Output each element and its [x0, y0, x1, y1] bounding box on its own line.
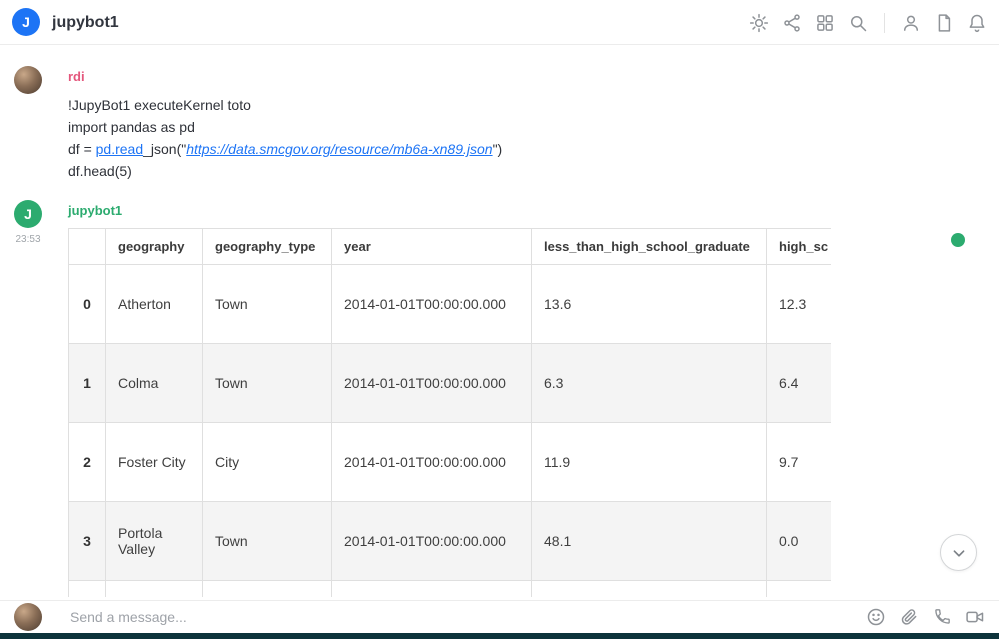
- table-header-cell: [69, 229, 106, 265]
- url-link[interactable]: https://data.smcgov.org/resource/mb6a-xn…: [186, 141, 492, 157]
- text-segment: "): [493, 141, 503, 157]
- table-cell: 6.4: [767, 344, 832, 423]
- table-cell: 48.1: [532, 502, 767, 581]
- bell-icon[interactable]: [967, 13, 987, 33]
- text-segment: df =: [68, 141, 96, 157]
- user-avatar: [14, 66, 42, 94]
- message-text: !JupyBot1 executeKernel toto import pand…: [68, 94, 502, 182]
- header-divider: [884, 13, 885, 33]
- code-line: !JupyBot1 executeKernel toto: [68, 94, 502, 116]
- table-header-row: geography geography_type year less_than_…: [69, 229, 832, 265]
- table-header-cell: geography: [106, 229, 203, 265]
- message-username[interactable]: rdi: [68, 69, 85, 84]
- table-cell: [203, 581, 332, 598]
- table-header-cell: year: [332, 229, 532, 265]
- table-cell: [767, 581, 832, 598]
- table-cell: 9.7: [767, 423, 832, 502]
- table-cell: 0.0: [767, 502, 832, 581]
- unread-indicator: [951, 233, 965, 247]
- emoji-icon[interactable]: [866, 607, 886, 627]
- channel-avatar: J: [12, 8, 40, 36]
- person-icon[interactable]: [901, 13, 921, 33]
- composer-avatar: [14, 603, 42, 631]
- table-row: 1 Colma Town 2014-01-01T00:00:00.000 6.3…: [69, 344, 832, 423]
- table-cell: 2014-01-01T00:00:00.000: [332, 502, 532, 581]
- document-icon[interactable]: [934, 13, 954, 33]
- message-timestamp: 23:53: [8, 234, 48, 245]
- search-icon[interactable]: [848, 13, 868, 33]
- table-cell: 13.6: [532, 265, 767, 344]
- table-cell: 2014-01-01T00:00:00.000: [332, 265, 532, 344]
- dataframe-table-scroll-region[interactable]: geography geography_type year less_than_…: [68, 228, 831, 597]
- table-cell: 2014-01-01T00:00:00.000: [332, 344, 532, 423]
- dataframe-table: geography geography_type year less_than_…: [68, 228, 831, 597]
- code-link[interactable]: pd.read: [96, 141, 143, 157]
- message-username[interactable]: jupybot1: [68, 203, 122, 218]
- channel-header: J jupybot1: [0, 0, 999, 45]
- table-cell: 2014-01-01T00:00:00.000: [332, 423, 532, 502]
- video-camera-icon[interactable]: [965, 607, 985, 627]
- share-icon[interactable]: [782, 13, 802, 33]
- window-bottom-edge: [0, 633, 999, 639]
- table-cell: 2: [69, 423, 106, 502]
- table-cell: Foster City: [106, 423, 203, 502]
- table-cell: Town: [203, 344, 332, 423]
- bot-avatar: J: [14, 200, 42, 228]
- table-cell: 11.9: [532, 423, 767, 502]
- paperclip-icon[interactable]: [899, 607, 919, 627]
- code-line: import pandas as pd: [68, 116, 502, 138]
- table-row: 0 Atherton Town 2014-01-01T00:00:00.000 …: [69, 265, 832, 344]
- code-line: df.head(5): [68, 160, 502, 182]
- table-cell: [332, 581, 532, 598]
- chat-app: J jupybot1: [0, 0, 999, 639]
- table-header-cell: high_sc: [767, 229, 832, 265]
- message-list: rdi !JupyBot1 executeKernel toto import …: [0, 45, 999, 600]
- code-line: df = pd.read_json("https://data.smcgov.o…: [68, 138, 502, 160]
- scroll-to-bottom-button[interactable]: [940, 534, 977, 571]
- table-cell: Atherton: [106, 265, 203, 344]
- table-header-cell: geography_type: [203, 229, 332, 265]
- apps-grid-icon[interactable]: [815, 13, 835, 33]
- message-input[interactable]: [70, 609, 866, 625]
- table-header-cell: less_than_high_school_graduate: [532, 229, 767, 265]
- table-cell: Town: [203, 502, 332, 581]
- message-composer: [0, 600, 999, 633]
- table-cell: [532, 581, 767, 598]
- text-segment: _json(": [143, 141, 186, 157]
- table-cell: 1: [69, 344, 106, 423]
- phone-icon[interactable]: [932, 607, 952, 627]
- table-row: 3 Portola Valley Town 2014-01-01T00:00:0…: [69, 502, 832, 581]
- table-cell: 12.3: [767, 265, 832, 344]
- table-cell: 0: [69, 265, 106, 344]
- table-cell: Colma: [106, 344, 203, 423]
- table-cell: [106, 581, 203, 598]
- table-cell: 6.3: [532, 344, 767, 423]
- composer-actions: [866, 607, 985, 627]
- table-row: 2 Foster City City 2014-01-01T00:00:00.0…: [69, 423, 832, 502]
- table-cell: City: [203, 423, 332, 502]
- table-row-partial: [69, 581, 832, 598]
- header-toolbar: [749, 0, 987, 45]
- channel-title: jupybot1: [52, 0, 119, 45]
- table-cell: 3: [69, 502, 106, 581]
- table-cell: [69, 581, 106, 598]
- table-cell: Portola Valley: [106, 502, 203, 581]
- gear-icon[interactable]: [749, 13, 769, 33]
- table-cell: Town: [203, 265, 332, 344]
